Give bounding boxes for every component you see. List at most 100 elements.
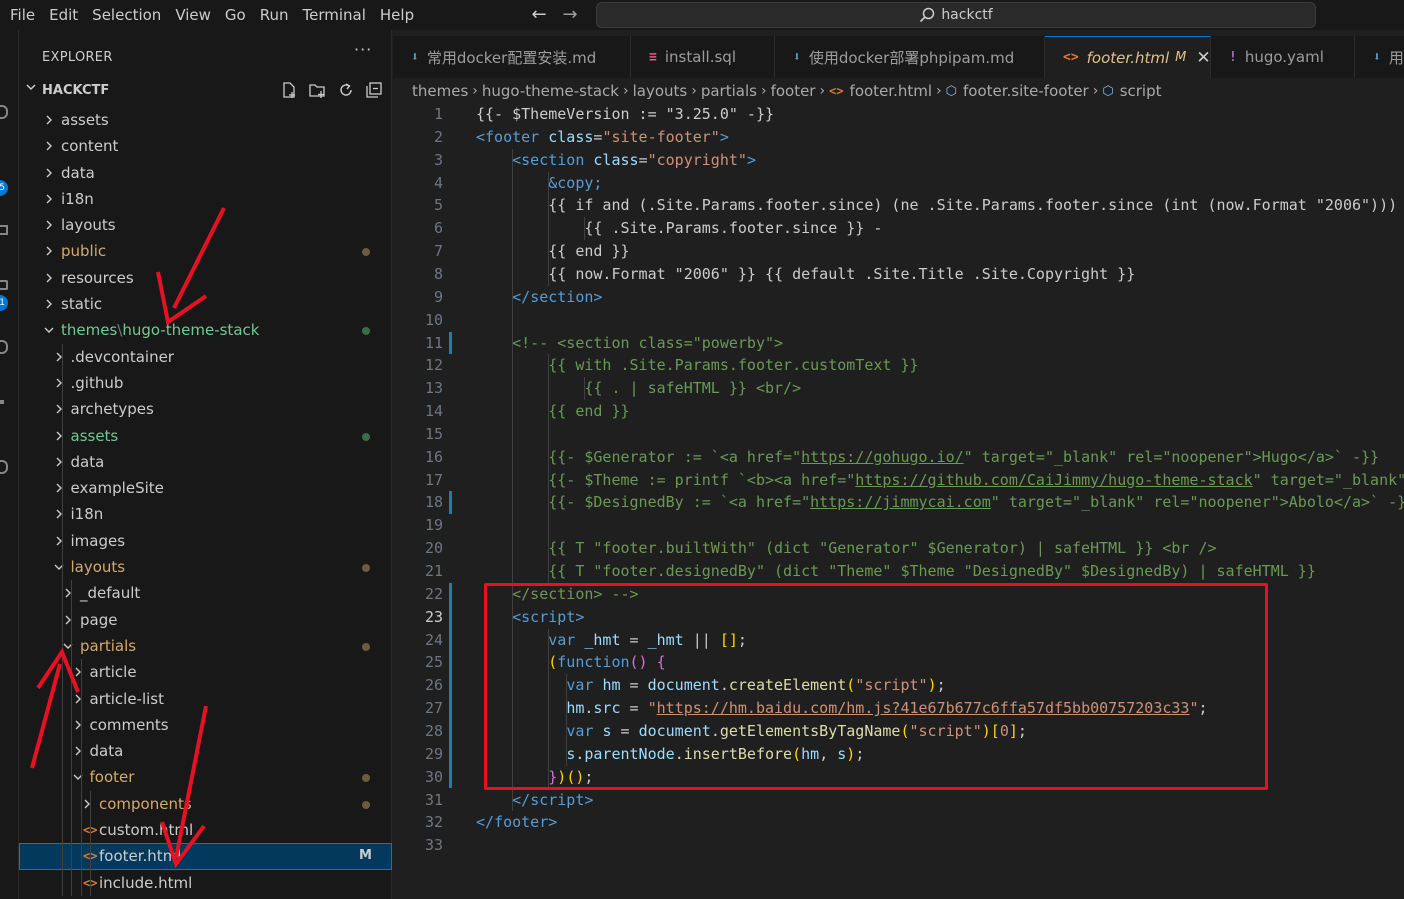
close-icon[interactable]: ✕ [1196, 48, 1210, 68]
chevron-right-icon [46, 115, 52, 125]
breadcrumb-item[interactable]: hugo-theme-stack [482, 82, 619, 100]
workspace-section-header[interactable]: HACKCTF [19, 77, 392, 103]
symbol-element-icon: ⬡ [945, 83, 957, 99]
tree-item[interactable]: public [19, 238, 392, 264]
tree-item[interactable]: article [19, 659, 392, 685]
code-token: || [683, 630, 720, 649]
code-token: script [530, 790, 585, 809]
chevron-right-icon: › [760, 83, 767, 99]
code-token: _hmt [584, 630, 621, 649]
tab-4[interactable]: <> footer.html M ✕ [1045, 36, 1211, 78]
extensions-badge[interactable]: 1 [0, 295, 8, 311]
menu-file[interactable]: File [0, 0, 42, 30]
collapse-all-icon[interactable] [365, 81, 383, 99]
tree-item[interactable]: assets [19, 423, 392, 449]
tree-item[interactable]: <>include.html [19, 870, 392, 896]
tree-item[interactable]: <>custom.html [19, 817, 392, 843]
code-text: {{ . | safeHTML }} <br/> [476, 377, 801, 400]
tab-6[interactable]: ⬇ 用 [1355, 36, 1404, 78]
tree-item[interactable]: footer [19, 764, 392, 790]
menu-selection[interactable]: Selection [85, 0, 168, 30]
tree-item[interactable]: i18n [19, 501, 392, 527]
remote-explorer-icon[interactable] [0, 340, 8, 354]
menu-view[interactable]: View [168, 0, 218, 30]
search-activity-icon[interactable] [0, 105, 8, 119]
breadcrumb-item[interactable]: themes [412, 82, 468, 100]
docker-icon[interactable] [0, 460, 8, 474]
refresh-icon[interactable] [337, 81, 355, 99]
code-token: https://hm.baidu.com/hm.js?41e67b677c6ff… [656, 699, 1190, 718]
tree-item[interactable]: exampleSite [19, 475, 392, 501]
breadcrumb-item[interactable]: footer [771, 82, 816, 100]
tree-item-label: layouts [71, 554, 126, 580]
more-actions-icon[interactable]: ··· [354, 40, 372, 59]
testing-icon[interactable] [0, 400, 4, 404]
tree-item[interactable]: article-list [19, 686, 392, 712]
tree-item-label: comments [90, 712, 169, 738]
tree-item[interactable]: archetypes [19, 396, 392, 422]
tree-item[interactable]: partials [19, 633, 392, 659]
menu-edit[interactable]: Edit [42, 0, 85, 30]
command-center-search[interactable]: hackctf [596, 2, 1316, 28]
tree-item[interactable]: .github [19, 370, 392, 396]
back-arrow-icon[interactable]: ← [528, 3, 550, 27]
menu-go[interactable]: Go [218, 0, 253, 30]
file-tree: assets content data i18n layouts public resour… [19, 107, 392, 896]
breadcrumb-item[interactable]: layouts [633, 82, 688, 100]
tree-item[interactable]: _default [19, 580, 392, 606]
tree-item[interactable]: layouts [19, 212, 392, 238]
code-token: ( [900, 721, 910, 740]
tree-item[interactable]: images [19, 528, 392, 554]
chevron-down-icon [63, 643, 73, 649]
menu-terminal[interactable]: Terminal [296, 0, 373, 30]
code-token: "site-footer" [602, 127, 720, 146]
tree-label-text: images [70, 531, 126, 550]
tree-item[interactable]: resources [19, 265, 392, 291]
line-number: 28 [424, 721, 443, 740]
forward-arrow-icon[interactable]: → [559, 3, 581, 27]
code-line: 30 })(); [393, 766, 1404, 789]
code-text: {{- $Theme := printf `<b><a href="https:… [476, 469, 1404, 492]
tree-item[interactable]: .devcontainer [19, 344, 392, 370]
tree-item[interactable]: data [19, 160, 392, 186]
extensions-icon[interactable] [0, 280, 8, 290]
code-line: 16 {{- $Generator := `<a href="https://g… [393, 446, 1404, 469]
tree-item[interactable]: content [19, 133, 392, 159]
tree-item[interactable]: themes\hugo-theme-stack [19, 317, 392, 343]
breadcrumb-item[interactable]: partials [701, 82, 757, 100]
breadcrumb-item[interactable]: script [1120, 82, 1162, 100]
code-line: 7 {{ end }} [393, 240, 1404, 263]
menu-run[interactable]: Run [253, 0, 296, 30]
breadcrumb-item[interactable]: footer.html [850, 82, 932, 100]
source-control-badge[interactable]: 5 [0, 180, 8, 196]
code-editor[interactable]: 1 {{- $ThemeVersion := "3.25.0" -}} 2 <foot… [393, 103, 1404, 899]
tree-item[interactable]: comments [19, 712, 392, 738]
menu-help[interactable]: Help [373, 0, 421, 30]
tree-item[interactable]: page [19, 607, 392, 633]
code-token: > [593, 287, 603, 306]
new-folder-icon[interactable] [308, 81, 326, 99]
tab-1[interactable]: ⬇ 常用docker配置安装.md [393, 36, 631, 78]
tree-item[interactable]: assets [19, 107, 392, 133]
code-token: getElementsByTagName [719, 721, 901, 740]
code-token: ) [927, 676, 937, 695]
tree-item[interactable]: data [19, 738, 392, 764]
tab-3[interactable]: ⬇ 使用docker部署phpipam.md [775, 36, 1045, 78]
tree-label-text: components [99, 794, 192, 813]
tree-item[interactable]: <>footer.htmlM [19, 843, 392, 870]
tree-item[interactable]: layouts [19, 554, 392, 580]
tab-2[interactable]: ≡ install.sql [631, 36, 775, 78]
run-debug-icon[interactable] [0, 225, 8, 235]
new-file-icon[interactable] [280, 81, 298, 99]
tree-item[interactable]: data [19, 449, 392, 475]
tree-item[interactable]: i18n [19, 186, 392, 212]
code-token: > [746, 150, 756, 169]
indent-guide [90, 790, 91, 896]
code-token: > [584, 790, 594, 809]
tree-item[interactable]: components [19, 791, 392, 817]
tab-5[interactable]: ! hugo.yaml [1211, 36, 1355, 78]
tree-item[interactable]: static [19, 291, 392, 317]
breadcrumb-item[interactable]: footer.site-footer [963, 82, 1089, 100]
